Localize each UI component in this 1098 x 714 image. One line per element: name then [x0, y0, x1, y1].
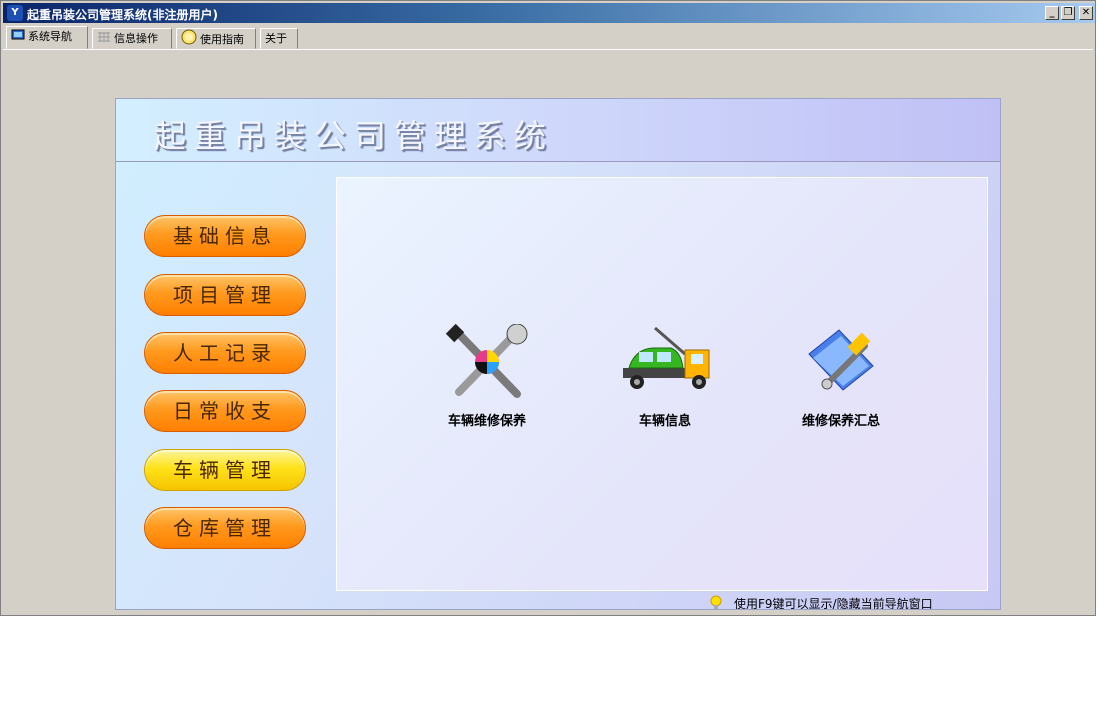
tab-label: 系统导航 [28, 30, 72, 43]
summary-icon [799, 329, 883, 406]
tab-info-ops[interactable]: 信息操作 [92, 28, 172, 49]
feature-label: 车辆信息 [638, 414, 691, 429]
window-title: 起重吊装公司管理系统(非注册用户) [27, 8, 218, 22]
feature-vehicle-maintenance[interactable]: 车辆维修保养 [417, 323, 557, 429]
menu-project-mgmt-button[interactable]: 项目管理 [144, 274, 306, 316]
menu-basic-info-button[interactable]: 基础信息 [144, 215, 306, 257]
close-button[interactable]: ✕ [1079, 6, 1093, 20]
navigation-panel: 起重吊装公司管理系统 基础信息 项目管理 人工记录 日常收支 车辆管理 仓库管理 [115, 98, 1001, 610]
restore-button[interactable]: ❐ [1061, 6, 1075, 20]
menu-labor-records-button[interactable]: 人工记录 [144, 332, 306, 374]
feature-label: 车辆维修保养 [447, 414, 526, 429]
panel-header: 起重吊装公司管理系统 [116, 99, 1000, 162]
tow-truck-icon [615, 326, 715, 406]
app-logo-icon: Y [7, 5, 23, 21]
tab-label: 信息操作 [114, 32, 158, 45]
tab-about[interactable]: 关于 [260, 28, 298, 49]
tab-bar: 系统导航 信息操作 使用指南 关于 [3, 25, 1093, 49]
help-icon [181, 29, 197, 51]
feature-vehicle-info[interactable]: 车辆信息 [595, 324, 735, 429]
feature-label: 维修保养汇总 [801, 414, 880, 429]
minimize-button[interactable]: _ [1045, 6, 1059, 20]
tab-label: 关于 [265, 32, 287, 45]
feature-maintenance-summary[interactable]: 维修保养汇总 [771, 324, 911, 429]
title-bar[interactable]: Y 起重吊装公司管理系统(非注册用户) _ ❐ ✕ [3, 3, 1095, 23]
menu-daily-finance-button[interactable]: 日常收支 [144, 390, 306, 432]
menu-vehicle-mgmt-button[interactable]: 车辆管理 [144, 449, 306, 491]
monitor-icon [11, 28, 25, 47]
feature-area: 车辆维修保养 车辆信息 维修保养汇总 [336, 177, 988, 591]
system-title: 起重吊装公司管理系统 [154, 117, 555, 155]
tools-icon [445, 323, 529, 406]
hint-text: 使用F9键可以显示/隐藏当前导航窗口 [734, 597, 933, 610]
grid-icon [97, 30, 111, 49]
menu-warehouse-mgmt-button[interactable]: 仓库管理 [144, 507, 306, 549]
tab-system-nav[interactable]: 系统导航 [6, 26, 88, 49]
lightbulb-icon [710, 595, 722, 609]
tab-label: 使用指南 [200, 33, 244, 46]
tab-user-guide[interactable]: 使用指南 [176, 28, 256, 49]
